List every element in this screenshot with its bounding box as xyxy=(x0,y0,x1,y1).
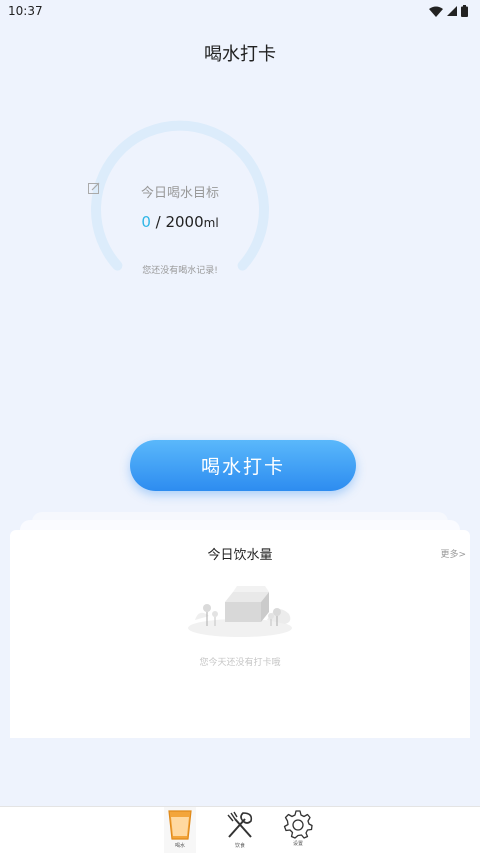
empty-box-illustration xyxy=(188,586,292,637)
water-cup-icon xyxy=(168,810,192,840)
no-record-hint: 您还没有喝水记录! xyxy=(142,266,218,276)
status-time: 10:37 xyxy=(8,4,43,18)
checkin-button[interactable]: 喝水打卡 xyxy=(130,440,356,491)
page-title: 喝水打卡 xyxy=(204,44,276,65)
more-link[interactable]: 更多> xyxy=(440,547,466,560)
gear-icon xyxy=(283,810,313,839)
battery-icon xyxy=(461,5,468,17)
amount-display: 0 / 2000ml xyxy=(88,213,272,231)
tab-water[interactable]: 喝水 xyxy=(164,807,196,853)
target-amount: 2000 xyxy=(165,213,204,231)
daily-intake-card: 今日饮水量 更多> 您今天还没有打卡哦 xyxy=(10,530,470,738)
tab-label: 设置 xyxy=(292,841,303,847)
wifi-icon xyxy=(429,6,443,17)
tab-settings[interactable]: 设置 xyxy=(282,807,314,853)
bottom-tab-bar: 喝水 饮食 设置 xyxy=(0,806,480,853)
tab-label: 饮食 xyxy=(234,843,245,849)
status-icons xyxy=(429,5,468,17)
water-progress-ring: 今日喝水目标 0 / 2000ml 您还没有喝水记录! xyxy=(88,118,272,302)
amount-separator: / xyxy=(150,213,166,231)
status-bar: 10:37 xyxy=(0,0,480,22)
tab-label: 喝水 xyxy=(174,843,185,849)
goal-row[interactable]: 今日喝水目标 xyxy=(88,182,272,201)
current-amount: 0 xyxy=(141,213,151,231)
fork-spoon-icon xyxy=(227,811,253,838)
amount-unit: ml xyxy=(203,216,219,230)
edit-icon[interactable] xyxy=(88,182,100,194)
goal-label: 今日喝水目标 xyxy=(140,186,219,201)
signal-icon xyxy=(447,6,457,16)
tab-diet[interactable]: 饮食 xyxy=(224,807,256,853)
card-title: 今日饮水量 xyxy=(207,548,273,563)
empty-state-text: 您今天还没有打卡哦 xyxy=(199,658,281,668)
